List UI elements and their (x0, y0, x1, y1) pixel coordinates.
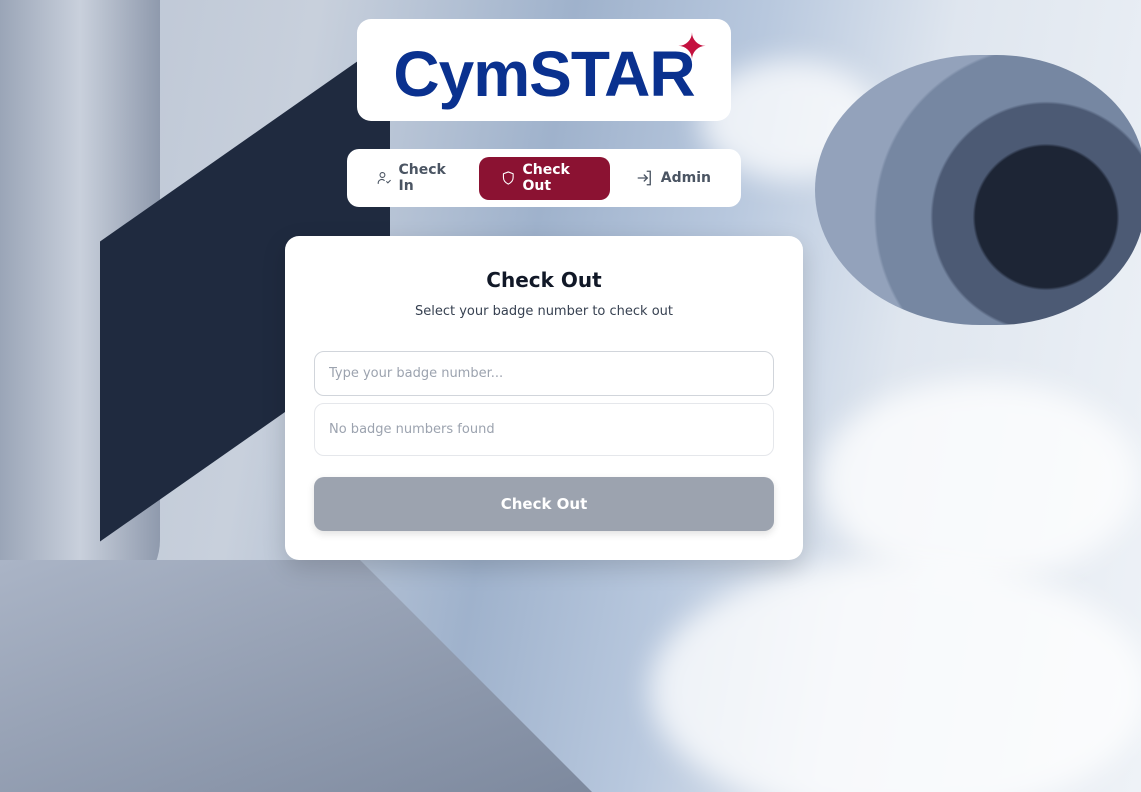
tab-label: Check Out (522, 162, 570, 194)
badge-list-empty-message: No badge numbers found (314, 403, 774, 456)
check-out-card: Check Out Select your badge number to ch… (285, 236, 803, 560)
tab-admin[interactable]: Admin (614, 157, 733, 200)
cymstar-logo: CymSTAR ✦ (357, 19, 731, 121)
tab-label: Admin (660, 170, 711, 186)
page-title: Check Out (486, 268, 602, 292)
tab-check-in[interactable]: Check In (355, 157, 475, 200)
check-out-button[interactable]: Check Out (314, 477, 774, 531)
shield-icon (502, 171, 514, 185)
badge-number-input[interactable] (314, 351, 774, 396)
tab-check-out[interactable]: Check Out (478, 156, 610, 200)
user-check-icon (377, 172, 391, 184)
logo-text: CymSTAR (393, 38, 695, 110)
page-subtitle: Select your badge number to check out (415, 304, 673, 319)
star-icon: ✦ (676, 27, 707, 68)
nav-tabs: Check In Check Out Admin (347, 149, 741, 207)
log-in-icon (637, 170, 651, 186)
tab-label: Check In (398, 162, 446, 194)
